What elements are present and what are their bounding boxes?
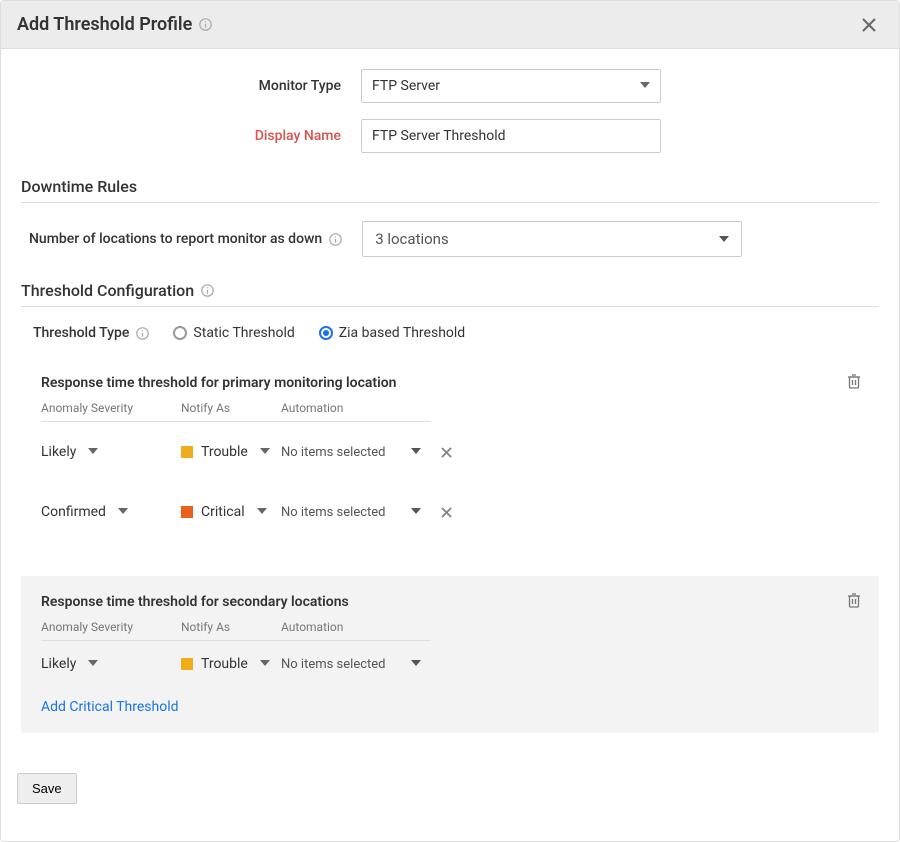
radio-zia-threshold[interactable]: Zia based Threshold [319,325,465,341]
col-header-automation: Automation [281,620,421,634]
panel-title: Add Threshold Profile [17,14,212,35]
col-header-severity: Anomaly Severity [41,401,181,415]
secondary-threshold-card: Response time threshold for secondary lo… [21,576,879,733]
info-icon[interactable] [135,326,149,340]
radio-static-threshold[interactable]: Static Threshold [173,325,294,341]
notify-select[interactable]: Critical [181,504,281,520]
display-name-row: Display Name FTP Server Threshold [21,119,879,153]
table-row: Likely Trouble No items selected [41,422,859,482]
notify-select[interactable]: Trouble [181,444,281,460]
divider [21,306,879,307]
severity-select[interactable]: Likely [41,444,181,460]
downtime-rules-label: Downtime Rules [21,177,137,196]
primary-threshold-card: Response time threshold for primary moni… [21,357,879,560]
automation-select[interactable]: No items selected [281,445,421,460]
severity-select[interactable]: Confirmed [41,504,181,520]
radio-static-label: Static Threshold [193,325,294,341]
page-title: Add Threshold Profile [17,14,192,35]
downtime-locations-label: Number of locations to report monitor as… [29,231,342,247]
threshold-type-row: Threshold Type Static Threshold Zia base… [33,325,879,341]
chevron-down-icon [411,657,421,672]
info-icon[interactable] [328,232,342,246]
chevron-down-icon [88,658,98,671]
remove-row-icon[interactable] [431,507,461,518]
chevron-down-icon [260,446,270,459]
status-color-icon [181,446,193,458]
automation-value: No items selected [281,657,386,672]
status-color-icon [181,506,193,518]
secondary-column-headers: Anomaly Severity Notify As Automation [41,620,431,641]
radio-icon [319,326,333,340]
table-row: Confirmed Critical No items selected [41,482,859,542]
display-name-input[interactable]: FTP Server Threshold [361,119,661,153]
notify-value: Trouble [201,656,248,672]
info-icon[interactable] [200,284,214,298]
threshold-config-label: Threshold Configuration [21,281,194,300]
threshold-type-label-text: Threshold Type [33,325,129,341]
severity-select[interactable]: Likely [41,656,181,672]
display-name-label: Display Name [21,128,361,144]
radio-zia-label: Zia based Threshold [339,325,465,341]
downtime-locations-row: Number of locations to report monitor as… [29,221,879,257]
divider [21,202,879,203]
threshold-type-label: Threshold Type [33,325,149,341]
notify-value: Trouble [201,444,248,460]
primary-column-headers: Anomaly Severity Notify As Automation [41,401,431,422]
secondary-card-title: Response time threshold for secondary lo… [41,594,859,610]
downtime-rules-title: Downtime Rules [21,177,879,196]
chevron-down-icon [257,506,267,519]
add-threshold-profile-panel: Add Threshold Profile Monitor Type FTP S… [0,0,900,842]
threshold-config-title: Threshold Configuration [21,281,879,300]
locations-value: 3 locations [375,230,449,248]
primary-card-title: Response time threshold for primary moni… [41,375,859,391]
col-header-notify: Notify As [181,620,281,634]
notify-value: Critical [201,504,245,520]
threshold-type-radio-group: Static Threshold Zia based Threshold [173,325,465,341]
remove-row-icon[interactable] [431,447,461,458]
automation-value: No items selected [281,505,386,520]
col-header-automation: Automation [281,401,421,415]
notify-select[interactable]: Trouble [181,656,281,672]
trash-icon[interactable] [847,373,861,393]
trash-icon[interactable] [847,592,861,612]
chevron-down-icon [719,230,729,248]
automation-value: No items selected [281,445,386,460]
panel-header: Add Threshold Profile [1,1,899,49]
chevron-down-icon [411,505,421,520]
severity-value: Likely [41,656,76,672]
downtime-locations-label-text: Number of locations to report monitor as… [29,231,322,247]
locations-select[interactable]: 3 locations [362,221,742,257]
chevron-down-icon [640,78,650,94]
chevron-down-icon [260,658,270,671]
severity-value: Likely [41,444,76,460]
col-header-severity: Anomaly Severity [41,620,181,634]
monitor-type-select[interactable]: FTP Server [361,69,661,103]
save-button[interactable]: Save [17,773,77,804]
status-color-icon [181,658,193,670]
monitor-type-value: FTP Server [372,78,440,94]
col-header-notify: Notify As [181,401,281,415]
automation-select[interactable]: No items selected [281,657,421,672]
monitor-type-label: Monitor Type [21,78,361,94]
severity-value: Confirmed [41,504,106,520]
chevron-down-icon [118,506,128,519]
table-row: Likely Trouble No items selected [41,641,859,687]
automation-select[interactable]: No items selected [281,505,421,520]
panel-body: Monitor Type FTP Server Display Name FTP… [1,49,899,753]
monitor-type-row: Monitor Type FTP Server [21,69,879,103]
add-critical-threshold-link[interactable]: Add Critical Threshold [41,699,179,715]
close-icon[interactable] [855,11,883,39]
chevron-down-icon [411,445,421,460]
display-name-value: FTP Server Threshold [372,128,506,144]
radio-icon [173,326,187,340]
chevron-down-icon [88,446,98,459]
info-icon[interactable] [198,18,212,32]
